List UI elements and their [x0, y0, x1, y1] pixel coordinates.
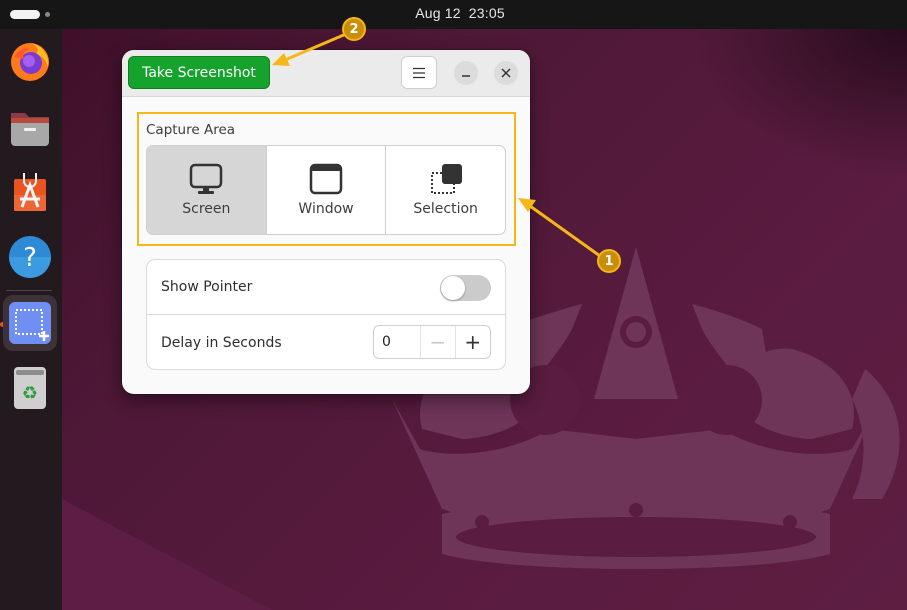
- dock-item-help[interactable]: ?: [5, 232, 55, 282]
- files-icon: [11, 113, 49, 146]
- options-list: Show Pointer Delay in Seconds − +: [146, 259, 506, 370]
- firefox-icon: [11, 43, 49, 81]
- close-button[interactable]: [494, 61, 518, 85]
- capture-window-label: Window: [298, 201, 354, 217]
- top-bar: Aug 12 23:05: [0, 0, 907, 29]
- hamburger-menu-icon: [413, 67, 425, 78]
- clock[interactable]: Aug 12 23:05: [0, 5, 907, 21]
- clock-date: Aug 12: [415, 5, 461, 21]
- capture-window-button[interactable]: Window: [267, 146, 387, 234]
- monitor-icon: [190, 163, 223, 194]
- selection-icon: [430, 164, 462, 194]
- dock: ? ♻: [0, 29, 62, 610]
- help-icon: ?: [9, 236, 51, 278]
- capture-selection-button[interactable]: Selection: [386, 146, 505, 234]
- show-pointer-toggle[interactable]: [440, 275, 491, 301]
- clock-time: 23:05: [468, 5, 505, 21]
- dock-item-app-center[interactable]: [5, 166, 55, 216]
- svg-text:?: ?: [23, 243, 37, 273]
- capture-screen-label: Screen: [182, 201, 231, 217]
- svg-text:♻: ♻: [22, 383, 38, 404]
- show-pointer-label: Show Pointer: [161, 279, 253, 295]
- dock-item-files[interactable]: [5, 101, 55, 151]
- window-icon: [309, 163, 343, 195]
- dock-item-firefox[interactable]: [5, 36, 55, 86]
- close-icon: [501, 68, 511, 78]
- screenshot-icon: [9, 302, 51, 344]
- dock-separator: [6, 290, 52, 291]
- minimize-icon: [462, 75, 470, 77]
- dock-item-trash[interactable]: ♻: [5, 362, 55, 412]
- app-center-icon: [14, 173, 46, 211]
- minimize-button[interactable]: [454, 61, 478, 85]
- annotation-badge-1: 1: [597, 249, 621, 273]
- capture-selection-label: Selection: [413, 201, 478, 217]
- delay-row: Delay in Seconds − +: [147, 315, 505, 370]
- header-bar: Take Screenshot: [122, 50, 530, 97]
- trash-icon: ♻: [14, 367, 46, 409]
- delay-input[interactable]: [374, 326, 421, 358]
- delay-decrement-button[interactable]: −: [421, 326, 456, 358]
- dock-item-screenshot[interactable]: [3, 295, 57, 351]
- main-menu-button[interactable]: [401, 56, 437, 89]
- take-screenshot-button[interactable]: Take Screenshot: [128, 56, 270, 89]
- capture-area-selector: Screen Window Selection: [146, 145, 506, 235]
- toggle-knob: [441, 276, 465, 300]
- capture-screen-button[interactable]: Screen: [147, 146, 267, 234]
- show-pointer-row: Show Pointer: [147, 260, 505, 315]
- delay-spinbutton: − +: [373, 325, 491, 359]
- delay-label: Delay in Seconds: [161, 334, 282, 351]
- delay-increment-button[interactable]: +: [456, 326, 491, 358]
- screenshot-window: Take Screenshot Capture Area Screen Wind…: [122, 50, 530, 394]
- annotation-badge-2: 2: [342, 17, 366, 41]
- capture-area-label: Capture Area: [146, 122, 236, 138]
